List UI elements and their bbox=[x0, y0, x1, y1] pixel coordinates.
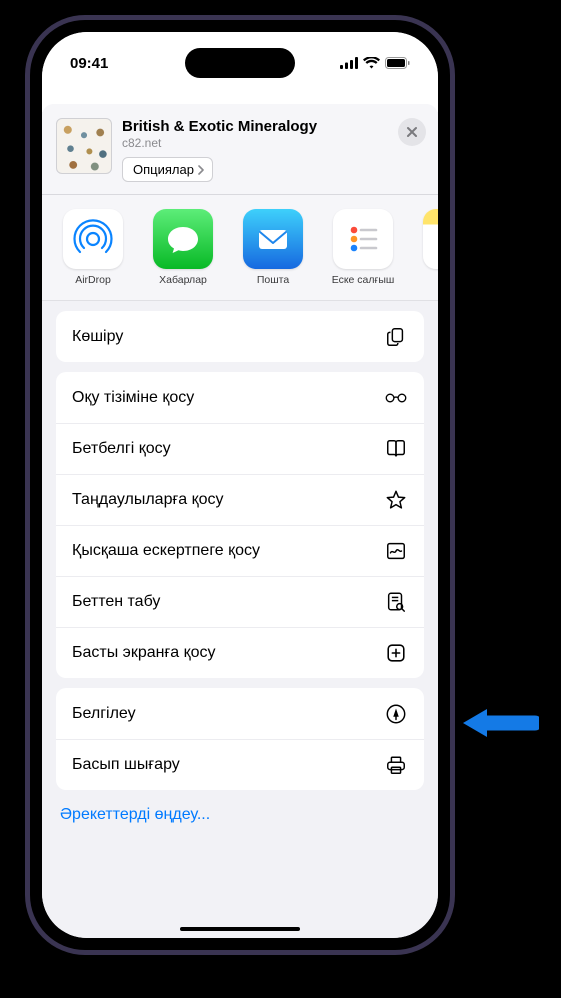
find-on-page-icon bbox=[384, 590, 408, 614]
action-copy[interactable]: Көшіру bbox=[56, 311, 424, 362]
app-label: Пошта bbox=[238, 274, 308, 286]
action-label: Оқу тізіміне қосу bbox=[72, 389, 194, 407]
print-icon bbox=[384, 753, 408, 777]
markup-icon bbox=[384, 702, 408, 726]
home-indicator[interactable] bbox=[180, 927, 300, 931]
page-title: British & Exotic Mineralogy bbox=[122, 118, 388, 135]
options-button[interactable]: Опциялар bbox=[122, 157, 213, 182]
close-button[interactable] bbox=[398, 118, 426, 146]
dynamic-island bbox=[185, 48, 295, 78]
action-label: Белгілеу bbox=[72, 705, 136, 723]
sheet-header: British & Exotic Mineralogy c82.net Опци… bbox=[42, 104, 438, 195]
share-sheet: British & Exotic Mineralogy c82.net Опци… bbox=[42, 104, 438, 938]
page-thumbnail bbox=[56, 118, 112, 174]
status-time: 09:41 bbox=[70, 55, 130, 72]
action-reading-list[interactable]: Оқу тізіміне қосу bbox=[56, 372, 424, 423]
copy-icon bbox=[384, 325, 408, 349]
callout-arrow bbox=[461, 703, 531, 743]
phone-frame: 09:41 bbox=[25, 15, 455, 955]
cellular-icon bbox=[340, 57, 358, 69]
action-add-home-screen[interactable]: Басты экранға қосу bbox=[56, 627, 424, 678]
app-label: Еске салғыш bbox=[328, 274, 398, 286]
edit-actions-link[interactable]: Әрекеттерді өңдеу... bbox=[56, 800, 424, 838]
battery-icon bbox=[385, 57, 410, 69]
quick-note-icon bbox=[384, 539, 408, 563]
action-label: Беттен табу bbox=[72, 593, 160, 611]
app-mail[interactable]: Пошта bbox=[238, 209, 308, 286]
app-label: Хабарлар bbox=[148, 274, 218, 286]
star-icon bbox=[384, 488, 408, 512]
app-notes[interactable] bbox=[418, 209, 438, 286]
action-find-on-page[interactable]: Беттен табу bbox=[56, 576, 424, 627]
action-add-favorite[interactable]: Таңдаулыларға қосу bbox=[56, 474, 424, 525]
action-label: Қысқаша ескертпеге қосу bbox=[72, 542, 260, 560]
reminders-icon bbox=[333, 209, 393, 269]
messages-icon bbox=[153, 209, 213, 269]
book-icon bbox=[384, 437, 408, 461]
glasses-icon bbox=[384, 386, 408, 410]
action-group: Көшіру bbox=[56, 311, 424, 362]
app-label: AirDrop bbox=[58, 274, 128, 286]
notes-icon bbox=[423, 209, 438, 269]
action-group: Оқу тізіміне қосу Бетбелгі қосу bbox=[56, 372, 424, 678]
wifi-icon bbox=[363, 57, 380, 69]
close-icon bbox=[406, 126, 418, 138]
screen: 09:41 bbox=[42, 32, 438, 938]
action-list[interactable]: Көшіру Оқу тізіміне қосу bbox=[42, 301, 438, 938]
action-group: Белгілеу Басып шығару bbox=[56, 688, 424, 790]
chevron-right-icon bbox=[196, 165, 206, 175]
app-reminders[interactable]: Еске салғыш bbox=[328, 209, 398, 286]
action-markup[interactable]: Белгілеу bbox=[56, 688, 424, 739]
action-label: Бетбелгі қосу bbox=[72, 440, 171, 458]
airdrop-icon bbox=[63, 209, 123, 269]
status-icons bbox=[340, 57, 410, 69]
action-label: Көшіру bbox=[72, 328, 123, 346]
action-label: Таңдаулыларға қосу bbox=[72, 491, 224, 509]
page-domain: c82.net bbox=[122, 136, 388, 150]
app-airdrop[interactable]: AirDrop bbox=[58, 209, 128, 286]
action-quick-note[interactable]: Қысқаша ескертпеге қосу bbox=[56, 525, 424, 576]
mail-icon bbox=[243, 209, 303, 269]
action-add-bookmark[interactable]: Бетбелгі қосу bbox=[56, 423, 424, 474]
share-app-row[interactable]: AirDrop Хабарлар Пошта bbox=[42, 195, 438, 301]
add-home-screen-icon bbox=[384, 641, 408, 665]
action-print[interactable]: Басып шығару bbox=[56, 739, 424, 790]
action-label: Басты экранға қосу bbox=[72, 644, 216, 662]
action-label: Басып шығару bbox=[72, 756, 180, 774]
options-label: Опциялар bbox=[133, 162, 194, 177]
app-messages[interactable]: Хабарлар bbox=[148, 209, 218, 286]
